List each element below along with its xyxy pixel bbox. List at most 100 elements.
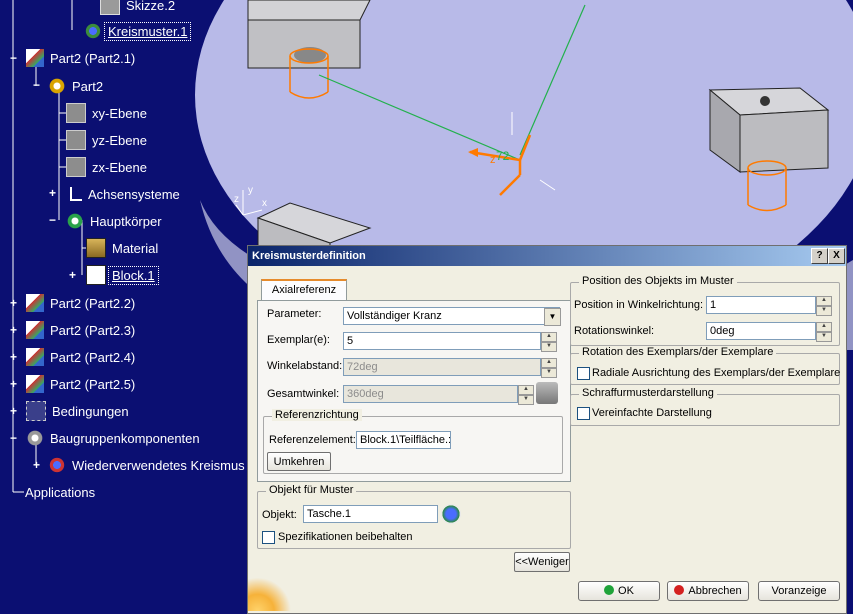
radiale-label: Radiale Ausrichtung des Exemplars/der Ex… bbox=[592, 367, 841, 379]
exemplare-label: Exemplar(e): bbox=[267, 334, 330, 346]
abbrechen-button[interactable]: Abbrechen bbox=[667, 581, 749, 601]
tree-item-label: Applications bbox=[25, 484, 96, 500]
referenzelement-label: Referenzelement: bbox=[269, 434, 356, 446]
tree-item-label: Hauptkörper bbox=[90, 213, 162, 229]
tree-item-zx-ebene[interactable]: zx-Ebene bbox=[66, 156, 150, 178]
expand-collapse-icon[interactable]: + bbox=[8, 405, 19, 417]
expand-collapse-icon[interactable]: + bbox=[31, 459, 42, 471]
expand-collapse-icon[interactable]: + bbox=[8, 324, 19, 336]
tree-item-part2-3[interactable]: Part2 (Part2.3) bbox=[26, 319, 138, 341]
umkehren-button[interactable]: Umkehren bbox=[267, 452, 331, 471]
position-winkel-input[interactable]: 1 bbox=[706, 296, 816, 314]
plane-icon bbox=[66, 130, 86, 150]
weniger-button[interactable]: <<Weniger bbox=[514, 552, 570, 572]
ok-icon bbox=[604, 585, 615, 595]
part-icon bbox=[26, 348, 44, 366]
pattern-select-icon[interactable] bbox=[441, 504, 461, 524]
tree-item-label: Kreismuster.1 bbox=[103, 21, 192, 41]
expand-collapse-icon[interactable]: − bbox=[31, 79, 42, 91]
vereinfachte-label: Vereinfachte Darstellung bbox=[592, 407, 712, 419]
lock-icon[interactable] bbox=[536, 382, 558, 404]
voranzeige-button[interactable]: Voranzeige bbox=[758, 581, 840, 601]
circular-pattern-icon bbox=[84, 22, 102, 40]
parameter-value: Vollständiger Kranz bbox=[347, 310, 442, 322]
parameter-select[interactable]: Vollständiger Kranz bbox=[343, 307, 560, 325]
tree-item-label: Part2 (Part2.4) bbox=[50, 349, 136, 365]
tree-item-wiederverwendetes[interactable]: Wiederverwendetes Kreismus bbox=[48, 454, 248, 476]
spezifikationen-label: Spezifikationen beibehalten bbox=[278, 531, 413, 543]
gear-icon bbox=[48, 77, 66, 95]
tree-item-label: Part2 (Part2.5) bbox=[50, 376, 136, 392]
objekt-input[interactable]: Tasche.1 bbox=[303, 505, 438, 523]
close-button[interactable]: X bbox=[828, 248, 845, 264]
tree-item-hauptkoerper[interactable]: Hauptkörper bbox=[66, 210, 165, 232]
tree-item-label: Part2 (Part2.3) bbox=[50, 322, 136, 338]
rotationswinkel-spinner[interactable]: ▲ ▼ bbox=[816, 322, 832, 342]
assembly-gear-icon bbox=[26, 429, 44, 447]
circular-pattern-dialog: Kreismusterdefinition ? X Axialreferenz … bbox=[247, 245, 847, 614]
sun-logo-icon bbox=[248, 571, 296, 611]
expand-collapse-icon[interactable]: − bbox=[8, 432, 19, 444]
tree-item-skizze2[interactable]: Skizze.2 bbox=[100, 0, 178, 16]
tree-item-part2[interactable]: Part2 bbox=[48, 75, 106, 97]
plane-icon bbox=[66, 103, 86, 123]
tab-axialreferenz[interactable]: Axialreferenz bbox=[261, 279, 347, 301]
winkelabstand-spinner: ▲ ▼ bbox=[541, 358, 557, 378]
referenzelement-input[interactable]: Block.1\Teilfläche.: bbox=[356, 431, 451, 449]
tree-item-label: Part2 bbox=[72, 78, 104, 94]
referenzrichtung-title: Referenzrichtung bbox=[272, 409, 362, 421]
expand-collapse-icon[interactable]: − bbox=[8, 52, 19, 64]
tree-item-yz-ebene[interactable]: yz-Ebene bbox=[66, 129, 150, 151]
spezifikationen-checkbox[interactable] bbox=[262, 531, 275, 544]
part-icon bbox=[26, 294, 44, 312]
vereinfachte-checkbox[interactable] bbox=[577, 407, 590, 420]
position-winkel-label: Position in Winkelrichtung: bbox=[574, 299, 704, 311]
parameter-label: Parameter: bbox=[267, 308, 322, 320]
schraffur-group-title: Schraffurmusterdarstellung bbox=[579, 387, 717, 399]
dialog-titlebar[interactable]: Kreismusterdefinition bbox=[248, 246, 846, 266]
ok-label: OK bbox=[618, 585, 634, 597]
tree-item-label: zx-Ebene bbox=[92, 159, 147, 175]
radiale-checkbox[interactable] bbox=[577, 367, 590, 380]
tree-item-achsensysteme[interactable]: Achsensysteme bbox=[66, 183, 183, 205]
tree-item-part2-1[interactable]: Part2 (Part2.1) bbox=[26, 47, 138, 69]
part-icon bbox=[26, 49, 44, 67]
position-winkel-spinner[interactable]: ▲ ▼ bbox=[816, 296, 832, 316]
tree-item-label: Baugruppenkomponenten bbox=[50, 430, 200, 446]
position-group-title: Position des Objekts im Muster bbox=[579, 275, 737, 287]
tree-item-bedingungen[interactable]: Bedingungen bbox=[26, 400, 132, 422]
body-gear-icon bbox=[66, 212, 84, 230]
exemplare-input[interactable]: 5 bbox=[343, 332, 541, 350]
material-icon bbox=[86, 238, 106, 258]
expand-collapse-icon[interactable]: − bbox=[47, 214, 58, 226]
plane-icon bbox=[66, 157, 86, 177]
tree-item-xy-ebene[interactable]: xy-Ebene bbox=[66, 102, 150, 124]
tree-item-applications[interactable]: Applications bbox=[22, 481, 98, 503]
expand-collapse-icon[interactable]: + bbox=[47, 187, 58, 199]
rotationswinkel-input[interactable]: 0deg bbox=[706, 322, 816, 340]
expand-collapse-icon[interactable]: + bbox=[8, 297, 19, 309]
tree-item-material[interactable]: Material bbox=[86, 237, 161, 259]
tree-item-part2-4[interactable]: Part2 (Part2.4) bbox=[26, 346, 138, 368]
gesamtwinkel-spinner: ▲ ▼ bbox=[518, 385, 534, 405]
tree-item-label: Wiederverwendetes Kreismus bbox=[72, 457, 245, 473]
tree-item-label: yz-Ebene bbox=[92, 132, 147, 148]
part-icon bbox=[26, 321, 44, 339]
constraints-icon bbox=[26, 401, 46, 421]
chevron-down-icon[interactable]: ▼ bbox=[544, 308, 561, 326]
expand-collapse-icon[interactable]: + bbox=[67, 269, 78, 281]
tree-item-label: Block.1 bbox=[108, 265, 159, 285]
ok-button[interactable]: OK bbox=[578, 581, 660, 601]
tree-item-label: Part2 (Part2.2) bbox=[50, 295, 136, 311]
tree-item-label: Bedingungen bbox=[52, 403, 129, 419]
tree-item-part2-2[interactable]: Part2 (Part2.2) bbox=[26, 292, 138, 314]
tree-item-baugruppenkomponenten[interactable]: Baugruppenkomponenten bbox=[26, 427, 203, 449]
help-button[interactable]: ? bbox=[811, 248, 828, 264]
rotationswinkel-label: Rotationswinkel: bbox=[574, 325, 655, 337]
exemplare-spinner[interactable]: ▲ ▼ bbox=[541, 332, 557, 352]
tree-item-part2-5[interactable]: Part2 (Part2.5) bbox=[26, 373, 138, 395]
tree-item-kreismuster1[interactable]: Kreismuster.1 bbox=[84, 20, 192, 42]
expand-collapse-icon[interactable]: + bbox=[8, 378, 19, 390]
expand-collapse-icon[interactable]: + bbox=[8, 351, 19, 363]
tree-item-block1[interactable]: Block.1 bbox=[86, 264, 159, 286]
